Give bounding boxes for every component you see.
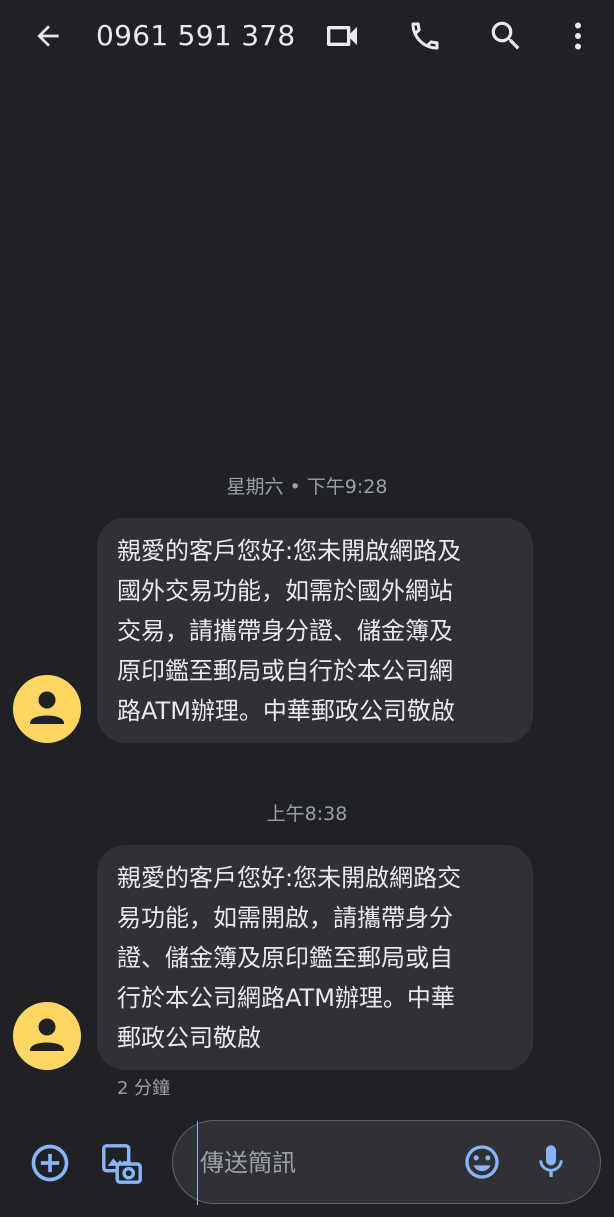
gallery-icon[interactable] [98,1140,146,1188]
timestamp-morning: 上午8:38 [266,803,348,825]
app-bar: 0961 591 378 [0,0,614,72]
message-bubble[interactable]: 親愛的客戶您好:您未開啟網路交 易功能，如需開啟，請攜帶身分 證、儲金簿及原印鑑… [97,845,533,1070]
search-icon[interactable] [484,14,528,58]
contact-title: 0961 591 378 [96,19,296,52]
back-arrow-icon[interactable] [28,16,68,56]
mic-icon[interactable] [529,1140,573,1184]
video-call-icon[interactable] [320,14,364,58]
timestamp-saturday: 星期六 • 下午9:28 [226,476,388,498]
compose-bar [0,1110,614,1217]
add-circle-icon[interactable] [28,1141,72,1185]
message-input[interactable] [197,1121,452,1205]
more-vert-icon[interactable] [556,14,600,58]
message-time-ago: 2 分鐘 [117,1078,171,1099]
compose-field [172,1120,601,1205]
phone-icon[interactable] [403,14,447,58]
emoji-icon[interactable] [460,1140,504,1184]
message-bubble[interactable]: 親愛的客戶您好:您未開啟網路及 國外交易功能，如需於國外網站 交易，請攜帶身分證… [97,518,533,743]
avatar[interactable] [13,675,81,743]
avatar[interactable] [13,1002,81,1070]
